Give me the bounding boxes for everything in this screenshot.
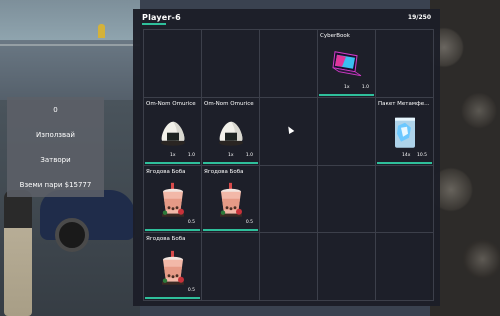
meth-bag-icon [388, 116, 422, 150]
inventory-slot-empty[interactable] [260, 30, 318, 98]
sky [0, 0, 140, 40]
item-durability-bar [377, 161, 432, 164]
road-line [0, 44, 140, 46]
item-name: Ягодова Боба [146, 236, 186, 243]
take-money-button[interactable]: Вземи пари $15777 [7, 172, 104, 197]
item-name: Ягодова Боба [146, 168, 186, 175]
inventory-slot[interactable]: Ягодова Боба 0.5 [202, 165, 260, 234]
inventory-slot[interactable]: Пакет Метамфет... 14x 10.5 [376, 97, 434, 166]
car-wheel [55, 218, 89, 252]
item-name: CyberBook [320, 33, 350, 39]
quantity-input[interactable]: 0 [7, 97, 104, 122]
item-durability-bar [203, 229, 258, 232]
item-durability-bar [145, 229, 200, 232]
inventory-slot-empty[interactable] [144, 30, 202, 98]
item-weight: 0.5 [187, 220, 195, 226]
inventory-slot-empty[interactable] [318, 233, 376, 301]
inventory-slot[interactable]: Om-Nom Omurice 1x 1.0 [144, 97, 202, 166]
item-name: Om-Nom Omurice [146, 100, 196, 107]
item-weight: 0.5 [187, 288, 195, 293]
item-quantity: 1x [170, 152, 176, 158]
inventory-slot[interactable]: Ягодова Боба 0.5 [144, 233, 202, 301]
boba-cup-icon [156, 250, 190, 285]
item-durability-bar [203, 161, 258, 164]
item-weight: 0.5 [245, 220, 253, 226]
inventory-slot-empty[interactable] [318, 165, 376, 234]
item-weight: 1.0 [187, 152, 195, 158]
item-quantity: 14x [402, 152, 411, 158]
fire-hydrant [98, 24, 105, 38]
onigiri-icon [214, 116, 248, 150]
inventory-slot-empty[interactable] [202, 233, 260, 301]
inventory-panel: Player-6 19/250 CyberBook 1x 1.0 Om-Nom Om… [133, 9, 440, 306]
inventory-slot-empty[interactable] [376, 233, 434, 301]
inventory-slot-empty[interactable] [260, 165, 318, 234]
boba-cup-icon [156, 182, 190, 218]
inventory-slot-empty[interactable] [260, 233, 318, 301]
boba-cup-icon [214, 182, 248, 218]
item-durability-bar [145, 297, 200, 299]
item-name: Ягодова Боба [204, 168, 244, 175]
item-name: Om-Nom Omurice [204, 100, 254, 107]
player-character [4, 190, 32, 316]
inventory-slot-empty[interactable] [318, 97, 376, 166]
item-quantity: 1x [228, 152, 234, 158]
close-button[interactable]: Затвори [7, 147, 104, 172]
title-underline [142, 23, 166, 25]
inventory-header: Player-6 19/250 [133, 9, 440, 27]
item-weight: 1.0 [245, 152, 253, 158]
rock-wall [430, 0, 500, 316]
context-menu: 0 Използвай Затвори Вземи пари $15777 [7, 97, 104, 197]
inventory-slot-empty[interactable] [202, 30, 260, 98]
use-button[interactable]: Използвай [7, 122, 104, 147]
onigiri-icon [156, 116, 190, 150]
item-durability-bar [319, 93, 374, 96]
item-weight: 10.5 [416, 152, 427, 158]
inventory-slot[interactable]: Om-Nom Omurice 1x 1.0 [202, 97, 260, 166]
inventory-slot-empty[interactable] [376, 30, 434, 98]
inventory-slot[interactable]: CyberBook 1x 1.0 [318, 30, 376, 98]
inventory-slot-empty[interactable] [376, 165, 434, 234]
item-weight: 1.0 [361, 84, 369, 90]
inventory-title: Player-6 [142, 13, 181, 22]
inventory-grid: CyberBook 1x 1.0 Om-Nom Omurice 1x 1.0 Om-No… [143, 29, 434, 301]
inventory-slot[interactable]: Ягодова Боба 0.5 [144, 165, 202, 234]
street [0, 40, 140, 100]
item-durability-bar [145, 161, 200, 164]
item-name: Пакет Метамфет... [378, 100, 431, 107]
inventory-capacity: 19/250 [407, 14, 431, 21]
laptop-icon [330, 48, 364, 82]
item-quantity: 1x [344, 84, 350, 90]
